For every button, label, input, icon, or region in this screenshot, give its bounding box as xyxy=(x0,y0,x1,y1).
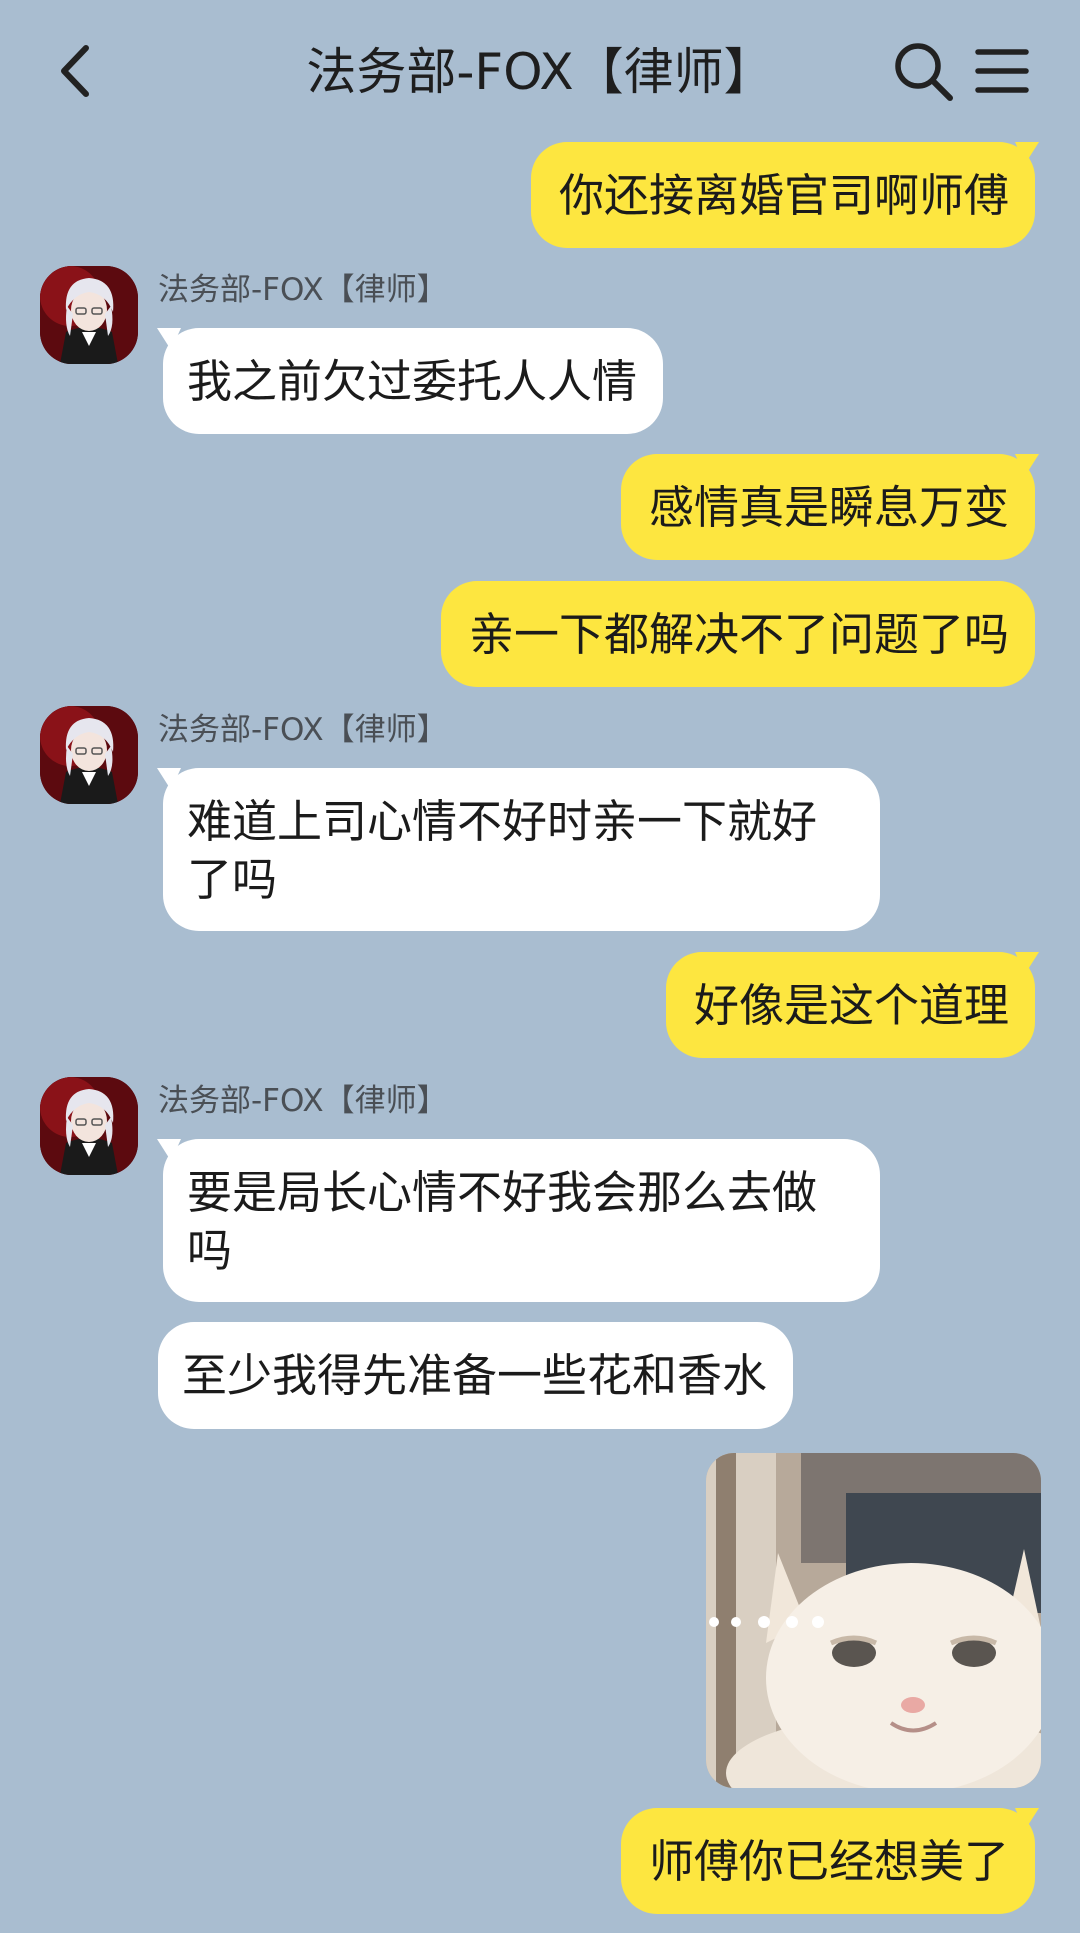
search-icon[interactable] xyxy=(892,40,954,102)
contact-avatar[interactable] xyxy=(40,266,138,364)
my-message-bubble[interactable]: 师傅你已经想美了 xyxy=(620,1808,1039,1914)
my-message-bubble[interactable]: 感情真是瞬息万变 xyxy=(620,454,1039,560)
hamburger-menu-icon[interactable] xyxy=(974,44,1030,98)
my-message-bubble[interactable]: 好像是这个道理 xyxy=(665,952,1039,1058)
bubble-tail xyxy=(157,768,181,790)
message-text: 至少我得先准备一些花和香水 xyxy=(182,1349,768,1402)
message-text: 我之前欠过委托人人情 xyxy=(187,355,638,408)
contact-message-bubble[interactable]: 至少我得先准备一些花和香水 xyxy=(158,1322,794,1429)
bubble-tail xyxy=(1015,454,1039,476)
bubble-tail xyxy=(1015,1808,1039,1830)
cat-sticker[interactable] xyxy=(706,1453,1041,1788)
message-text: 亲一下都解决不了问题了吗 xyxy=(468,608,1009,661)
bubble-tail xyxy=(157,328,181,350)
sender-name: 法务部-FOX【律师】 xyxy=(158,712,448,748)
contact-message-bubble[interactable]: 难道上司心情不好时亲一下就好了吗 xyxy=(157,768,880,931)
contact-avatar[interactable] xyxy=(40,706,138,804)
my-message-bubble[interactable]: 你还接离婚官司啊师傅 xyxy=(530,142,1039,248)
sender-name: 法务部-FOX【律师】 xyxy=(158,1083,448,1119)
bubble-tail xyxy=(1015,952,1039,974)
message-text: 要是局长心情不好我会那么去做吗 xyxy=(187,1166,818,1277)
contact-avatar[interactable] xyxy=(40,1077,138,1175)
contact-message-bubble[interactable]: 我之前欠过委托人人情 xyxy=(157,328,664,434)
message-text: 难道上司心情不好时亲一下就好了吗 xyxy=(187,795,818,906)
avatar-image xyxy=(40,1077,138,1175)
sender-name: 法务部-FOX【律师】 xyxy=(158,272,448,308)
bubble-tail xyxy=(157,1139,181,1161)
contact-message-bubble[interactable]: 要是局长心情不好我会那么去做吗 xyxy=(157,1139,880,1302)
avatar-image xyxy=(40,266,138,364)
message-text: 师傅你已经想美了 xyxy=(648,1835,1009,1888)
chat-header: 法务部-FOX【律师】 xyxy=(0,0,1080,140)
smiling-white-cat-sticker xyxy=(706,1453,1041,1788)
message-text: 好像是这个道理 xyxy=(693,979,1009,1032)
my-message-bubble[interactable]: 亲一下都解决不了问题了吗 xyxy=(440,581,1035,687)
bubble-tail xyxy=(1015,142,1039,164)
avatar-image xyxy=(40,706,138,804)
message-text: 感情真是瞬息万变 xyxy=(648,481,1009,534)
message-text: 你还接离婚官司啊师傅 xyxy=(558,169,1009,222)
